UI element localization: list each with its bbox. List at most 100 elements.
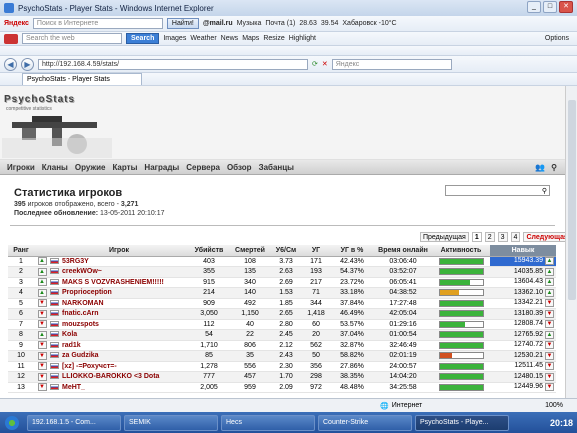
player-name[interactable]: za Gudzika (62, 352, 99, 359)
player-cell[interactable]: Kola (50, 329, 188, 341)
task-counter-strike[interactable]: Counter-Strike (318, 414, 412, 431)
nav-players[interactable]: Игроки (7, 163, 35, 172)
options-button[interactable]: Options (545, 35, 569, 42)
player-name[interactable]: rad1k (62, 342, 81, 349)
refresh-icon[interactable]: ⟳ (312, 60, 318, 68)
stop-icon[interactable]: ✕ (322, 60, 328, 68)
close-button[interactable]: ✕ (559, 1, 573, 13)
player-name[interactable]: mouzspots (62, 321, 99, 328)
player-name[interactable]: Kola (62, 331, 77, 338)
player-name[interactable]: 53RG3Y (62, 258, 89, 265)
player-cell[interactable]: LLIOKKO-BAROKKO <3 Dota (50, 371, 188, 383)
mail-inbox[interactable]: Почта (1) (265, 20, 295, 27)
page-1[interactable]: 1 (471, 232, 482, 242)
address-search-input[interactable]: Яндекс (331, 58, 452, 70)
player-cell[interactable]: MeHT_ (50, 382, 188, 393)
page-3[interactable]: 3 (497, 232, 508, 242)
weather-widget[interactable]: Хабаровск -10°C (342, 20, 396, 27)
task-hecs[interactable]: Hecs (221, 414, 315, 431)
arrow-up-icon: ▲ (545, 267, 554, 276)
yandex-search-input[interactable]: Поиск в Интернете (32, 18, 163, 29)
online-cell: 34:25:58 (374, 382, 432, 393)
kills-cell: 214 (188, 287, 230, 299)
minimize-button[interactable]: _ (527, 1, 541, 13)
player-name[interactable]: fnatic.cArn (62, 310, 99, 317)
player-name[interactable]: Proprioception (62, 289, 112, 296)
player-name[interactable]: NARKOMAN (62, 300, 104, 307)
player-name[interactable]: MeHT_ (62, 384, 85, 391)
rank-cell: 3 (8, 277, 34, 288)
maps-button[interactable]: Maps (242, 35, 259, 42)
vertical-scrollbar[interactable] (565, 86, 577, 398)
task-semik[interactable]: SEMIK (124, 414, 218, 431)
maximize-button[interactable]: □ (543, 1, 557, 13)
scroll-thumb[interactable] (568, 100, 576, 300)
player-cell[interactable]: za Gudzika (50, 350, 188, 362)
kd-cell: 2.45 (270, 329, 302, 341)
player-name[interactable]: LLIOKKO-BAROKKO <3 Dota (62, 373, 159, 380)
task-remote[interactable]: 192.168.1.5 - Com... (27, 414, 121, 431)
player-cell[interactable]: rad1k (50, 340, 188, 351)
col-online[interactable]: Время онлайн (374, 245, 432, 257)
player-cell[interactable]: [xz] -=Рохучст=- (50, 361, 188, 372)
arrow-up-icon: ▲ (37, 257, 47, 266)
yandex-find-button[interactable]: Найти! (166, 18, 199, 29)
highlight-button[interactable]: Highlight (289, 35, 316, 42)
col-deaths[interactable]: Смертей (230, 245, 270, 257)
col-kd[interactable]: У6/См (270, 245, 302, 257)
web-search-button[interactable]: Search (126, 33, 160, 44)
player-search-input[interactable]: ⚲ (445, 185, 550, 196)
col-activity[interactable]: Активность (432, 245, 490, 257)
player-cell[interactable]: NARKOMAN (50, 298, 188, 309)
page-2[interactable]: 2 (484, 232, 495, 242)
zoom-level[interactable]: 100% (545, 402, 563, 409)
images-button[interactable]: Images (163, 35, 186, 42)
prev-page-button[interactable]: Предыдущая (420, 232, 469, 242)
users-icon[interactable]: 👥 (535, 163, 545, 172)
skill-cell: 12740.72 ▼ (490, 340, 556, 351)
player-cell[interactable]: creekWOw~ (50, 266, 188, 278)
player-name[interactable]: [xz] -=Рохучст=- (62, 363, 117, 370)
music-button[interactable]: Музыка (237, 20, 262, 27)
news-button[interactable]: News (221, 35, 239, 42)
player-cell[interactable]: MAKS S VOZVRASHENIEM!!!!! (50, 277, 188, 288)
col-hsp[interactable]: УГ в % (330, 245, 374, 257)
player-name[interactable]: creekWOw~ (62, 268, 102, 275)
forward-icon[interactable]: ▶ (21, 57, 34, 71)
nav-maps[interactable]: Карты (112, 163, 137, 172)
start-button[interactable] (0, 412, 24, 433)
col-player[interactable]: Игрок (50, 245, 188, 257)
col-rank[interactable]: Ранг (8, 245, 34, 257)
site-logo[interactable]: PsychoStats (4, 94, 75, 105)
online-cell: 14:04:20 (374, 371, 432, 383)
nav-clans[interactable]: Кланы (42, 163, 68, 172)
nav-servers[interactable]: Сервера (186, 163, 220, 172)
address-input[interactable]: http://192.168.4.59/stats/ (38, 58, 308, 70)
nav-awards[interactable]: Награды (144, 163, 179, 172)
player-name[interactable]: MAKS S VOZVRASHENIEM!!!!! (62, 279, 164, 286)
player-cell[interactable]: 53RG3Y (50, 256, 188, 267)
resize-button[interactable]: Resize (263, 35, 284, 42)
col-skill[interactable]: Навык (490, 245, 556, 257)
player-cell[interactable]: mouzspots (50, 319, 188, 330)
page-4[interactable]: 4 (510, 232, 521, 242)
col-hs[interactable]: УГ (302, 245, 330, 257)
search-icon[interactable]: ⚲ (551, 163, 557, 172)
activity-fill (439, 321, 466, 327)
nav-overview[interactable]: Обзор (227, 163, 252, 172)
nav-weapons[interactable]: Оружие (75, 163, 106, 172)
mail-link[interactable]: @mail.ru (203, 20, 233, 27)
player-cell[interactable]: Proprioception (50, 287, 188, 299)
web-search-input[interactable]: Search the web (22, 33, 122, 44)
clock[interactable]: 20:18 (550, 418, 577, 428)
yandex-logo[interactable]: Яндекс (4, 20, 29, 27)
col-kills[interactable]: Убийств (188, 245, 230, 257)
tab-psychostats[interactable]: PsychoStats - Player Stats (22, 73, 142, 85)
back-icon[interactable]: ◀ (4, 57, 17, 71)
kd-cell: 2.09 (270, 382, 302, 393)
next-page-button[interactable]: Следующая (523, 232, 565, 242)
player-cell[interactable]: fnatic.cArn (50, 308, 188, 320)
nav-banned[interactable]: Забанцы (259, 163, 294, 172)
weather-button[interactable]: Weather (190, 35, 216, 42)
task-psychostats[interactable]: PsychoStats - Playe... (415, 414, 509, 431)
